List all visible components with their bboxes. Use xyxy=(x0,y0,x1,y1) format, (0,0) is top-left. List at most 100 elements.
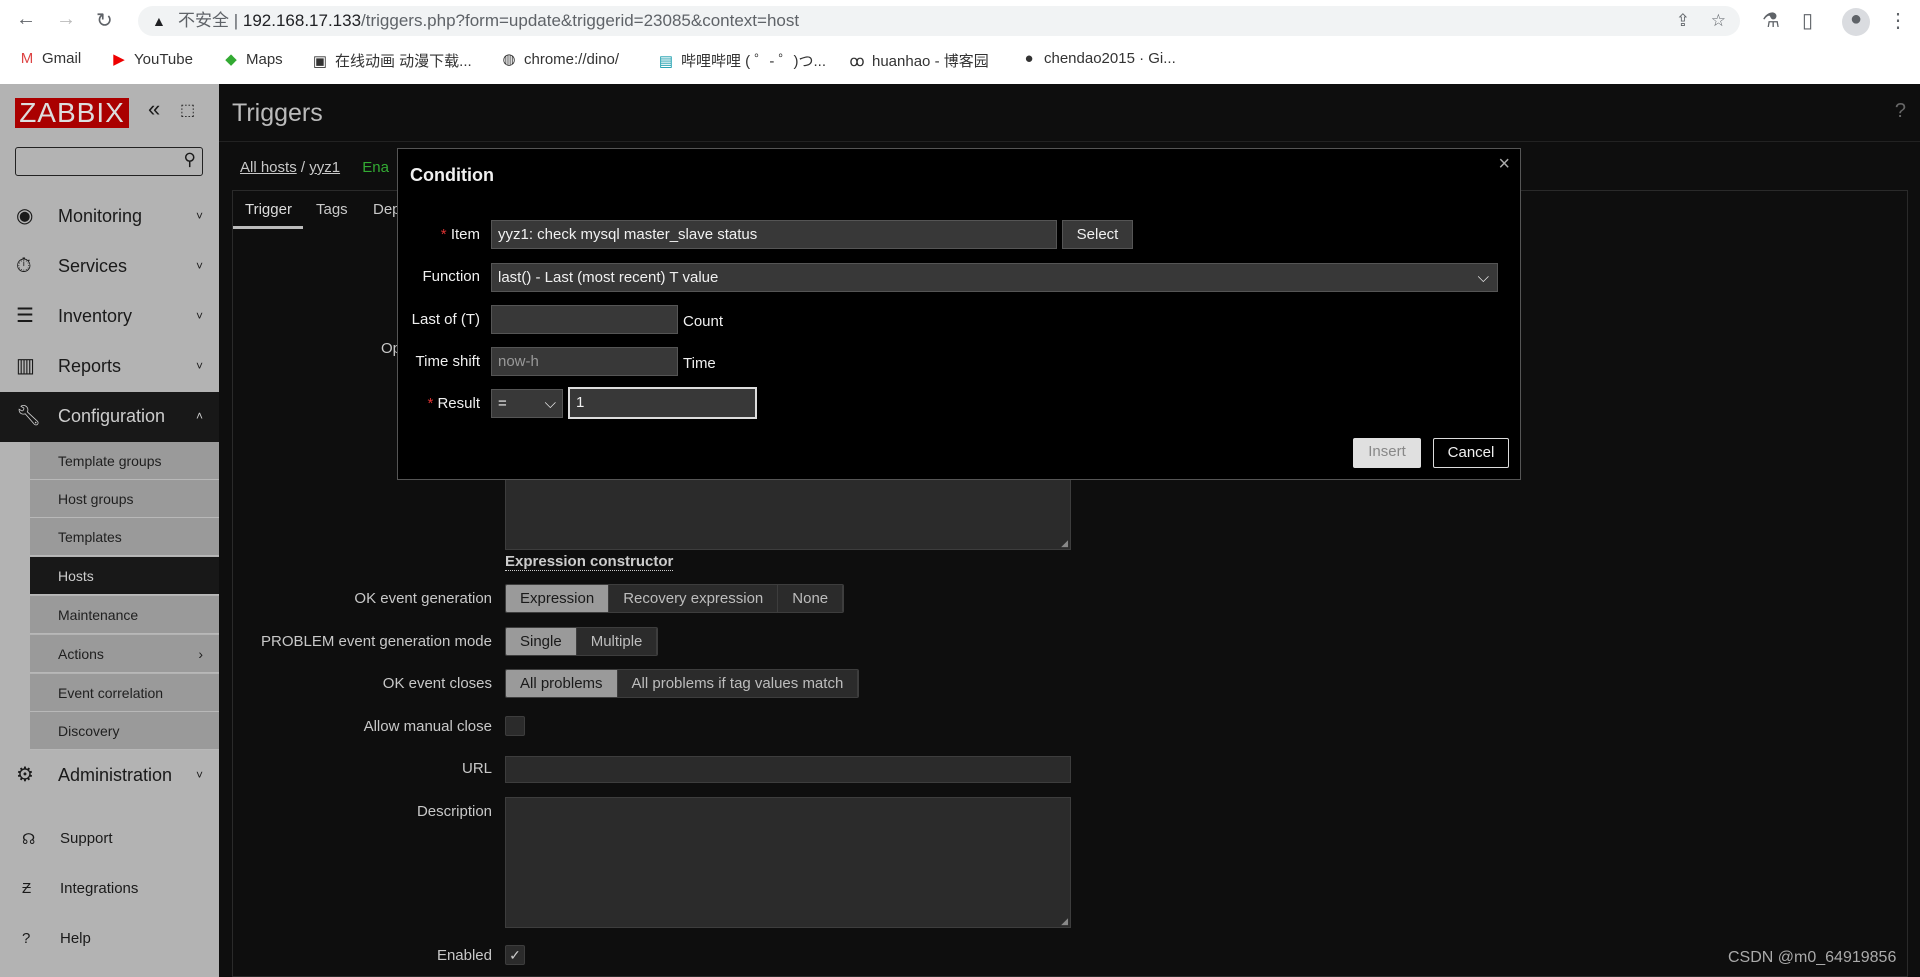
cnblogs-icon: ꝏ xyxy=(849,53,865,70)
allow-manual-close-checkbox[interactable] xyxy=(505,716,525,736)
submenu-event-correlation[interactable]: Event correlation xyxy=(30,674,219,712)
submenu-templates[interactable]: Templates xyxy=(30,518,219,556)
menu-reports[interactable]: ▥ Reports ˅ xyxy=(0,342,219,390)
tab-tags[interactable]: Tags xyxy=(316,201,348,218)
resize-icon[interactable]: ◢ xyxy=(1061,538,1068,549)
menu-help[interactable]: ? Help xyxy=(0,930,219,947)
submenu-actions[interactable]: Actions › xyxy=(30,635,219,673)
search-icon[interactable]: ⚲ xyxy=(184,150,196,170)
menu-icon[interactable]: ⋮ xyxy=(1888,8,1908,33)
address-bar[interactable]: ▲ 不安全 | 192.168.17.133/triggers.php?form… xyxy=(138,6,1740,36)
problem-mode-toggle[interactable]: Single Multiple xyxy=(505,627,659,656)
allow-manual-close-label: Allow manual close xyxy=(363,718,492,735)
url-input[interactable] xyxy=(505,756,1071,783)
submenu-discovery[interactable]: Discovery xyxy=(30,712,219,750)
menu-administration[interactable]: ⚙ Administration ˅ xyxy=(0,751,219,799)
menu-monitoring[interactable]: ◉ Monitoring ˅ xyxy=(0,192,219,240)
breadcrumb-host[interactable]: yyz1 xyxy=(309,159,340,176)
url-label: URL xyxy=(461,760,492,777)
chevron-down-icon: ⌵ xyxy=(544,395,556,412)
option-recovery-expression[interactable]: Recovery expression xyxy=(609,585,779,612)
breadcrumb-all-hosts[interactable]: All hosts xyxy=(240,159,297,176)
option-none[interactable]: None xyxy=(778,585,844,612)
sidepanel-icon[interactable]: ▯ xyxy=(1802,8,1813,33)
sidebar: ZABBIX « ⬚ ⚲ ◉ Monitoring ˅ ⏱ Services ˅ ☰ In… xyxy=(0,84,219,977)
item-input[interactable]: yyz1: check mysql master_slave status xyxy=(491,220,1057,249)
cancel-button[interactable]: Cancel xyxy=(1433,438,1509,468)
warning-icon: ▲ xyxy=(152,13,166,29)
close-icon[interactable]: × xyxy=(1498,153,1510,176)
bookmark-dino[interactable]: ◍ chrome://dino/ xyxy=(500,50,619,68)
time-label: Time xyxy=(683,355,716,372)
headset-icon: ☊ xyxy=(22,831,36,848)
problem-mode-label: PROBLEM event generation mode xyxy=(261,633,492,650)
share-icon[interactable]: ⇪ xyxy=(1676,6,1690,36)
option-all-problems[interactable]: All problems xyxy=(506,670,618,697)
back-icon[interactable]: ← xyxy=(16,8,36,31)
menu-support[interactable]: ☊ Support xyxy=(0,830,219,848)
bookmark-bilibili[interactable]: ▤ 哔哩哔哩 ( ゜- ゜)つ... xyxy=(657,50,826,71)
submenu-template-groups[interactable]: Template groups xyxy=(30,442,219,480)
enabled-label: Enabled xyxy=(436,947,492,964)
time-shift-label: Time shift xyxy=(415,353,480,370)
last-of-input[interactable] xyxy=(491,305,678,334)
bookmark-cnblogs[interactable]: ꝏ huanhao - 博客园 xyxy=(848,50,988,71)
expression-constructor-link[interactable]: Expression constructor xyxy=(505,553,674,571)
resize-icon[interactable]: ◢ xyxy=(1061,916,1068,927)
status-enabled[interactable]: Ena xyxy=(362,159,389,176)
help-icon: ? xyxy=(22,930,31,947)
sidebar-search-input[interactable]: ⚲ xyxy=(15,147,203,176)
description-textarea[interactable]: ◢ xyxy=(505,797,1071,928)
github-icon: ● xyxy=(1024,50,1034,67)
breadcrumb: All hosts / yyz1 Ena xyxy=(240,159,389,176)
bookmark-youtube[interactable]: ▶ YouTube xyxy=(110,50,193,68)
ok-event-closes-label: OK event closes xyxy=(382,675,492,692)
submenu-maintenance[interactable]: Maintenance xyxy=(30,596,219,634)
enabled-checkbox[interactable]: ✓ xyxy=(505,945,525,965)
ok-event-generation-toggle[interactable]: Expression Recovery expression None xyxy=(505,584,845,613)
collapse-icon[interactable]: « xyxy=(148,96,160,122)
bookmark-maps[interactable]: ◆ Maps xyxy=(222,50,282,68)
option-multiple[interactable]: Multiple xyxy=(576,628,658,655)
security-label: 不安全 xyxy=(178,11,229,30)
bookmark-github[interactable]: ● chendao2015 · Gi... xyxy=(1020,50,1175,67)
star-icon[interactable]: ☆ xyxy=(1711,6,1726,36)
profile-icon[interactable]: ● xyxy=(1842,8,1870,36)
menu-configuration[interactable]: 🔧︎ Configuration ˄ xyxy=(0,392,219,442)
time-shift-input[interactable]: now-h xyxy=(491,347,678,376)
ok-event-closes-toggle[interactable]: All problems All problems if tag values … xyxy=(505,669,860,698)
kiosk-icon[interactable]: ⬚ xyxy=(180,100,195,120)
bookmark-anime[interactable]: ▣ 在线动画 动漫下载... xyxy=(311,50,472,71)
menu-inventory[interactable]: ☰ Inventory ˅ xyxy=(0,292,219,340)
menu-services[interactable]: ⏱ Services ˅ xyxy=(0,242,219,290)
function-select[interactable]: last() - Last (most recent) T value ⌵ xyxy=(491,263,1498,292)
stopwatch-icon: ⏱ xyxy=(16,255,32,277)
select-item-button[interactable]: Select xyxy=(1062,220,1133,249)
option-expression[interactable]: Expression xyxy=(506,585,610,612)
item-label: * Item xyxy=(440,226,480,243)
labs-icon[interactable]: ⚗ xyxy=(1762,8,1780,33)
watermark: CSDN @m0_64919856 xyxy=(1728,949,1897,966)
url-host: 192.168.17.133 xyxy=(242,11,362,30)
globe-icon: ◍ xyxy=(502,51,516,68)
ok-event-generation-label: OK event generation xyxy=(354,590,492,607)
help-button[interactable]: ? xyxy=(1895,100,1906,123)
bookmark-gmail[interactable]: M Gmail xyxy=(18,50,81,67)
submenu-host-groups[interactable]: Host groups xyxy=(30,480,219,518)
expression-textarea[interactable]: ◢ xyxy=(505,478,1071,550)
result-operator-select[interactable]: = ⌵ xyxy=(491,389,563,418)
submenu-hosts[interactable]: Hosts xyxy=(30,557,219,595)
option-tag-match[interactable]: All problems if tag values match xyxy=(617,670,859,697)
tab-trigger[interactable]: Trigger xyxy=(233,191,303,229)
reload-icon[interactable]: ↻ xyxy=(96,8,113,33)
result-value-input[interactable]: 1 xyxy=(568,387,757,419)
condition-dialog: Condition × * Item yyz1: check mysql mas… xyxy=(397,148,1521,480)
dialog-title: Condition xyxy=(410,165,494,185)
insert-button[interactable]: Insert xyxy=(1353,438,1421,468)
browser-chrome: ← → ↻ ▲ 不安全 | 192.168.17.133/triggers.ph… xyxy=(0,0,1920,84)
menu-integrations[interactable]: Ƶ Integrations xyxy=(0,880,219,897)
option-single[interactable]: Single xyxy=(506,628,577,655)
description-label: Description xyxy=(416,803,492,820)
wrench-icon: 🔧︎ xyxy=(16,405,42,427)
forward-icon[interactable]: → xyxy=(56,8,76,31)
